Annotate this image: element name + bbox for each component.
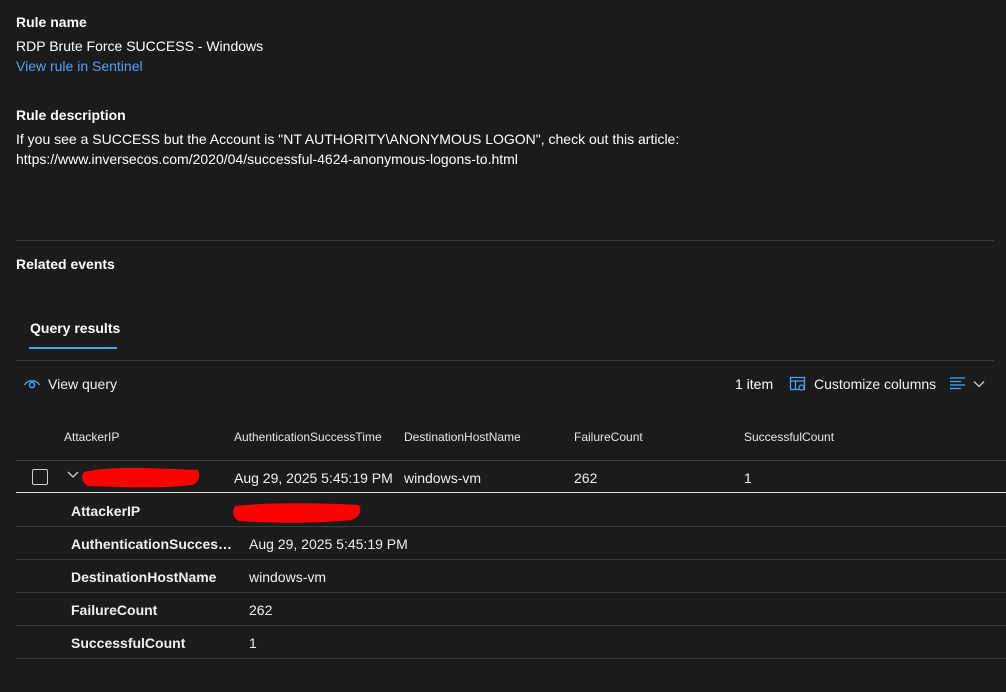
- detail-label-authenticationsuccesstime: AuthenticationSuccessTi...: [71, 536, 236, 552]
- detail-divider: [16, 559, 1006, 560]
- rule-name-value: RDP Brute Force SUCCESS - Windows: [16, 38, 264, 54]
- cell-failurecount: 262: [574, 470, 598, 486]
- detail-label-attackerip: AttackerIP: [71, 503, 141, 519]
- customize-columns-icon: [789, 375, 807, 393]
- detail-label-destinationhostname: DestinationHostName: [71, 569, 217, 585]
- rule-description-value: If you see a SUCCESS but the Account is …: [16, 131, 680, 167]
- detail-divider: [16, 592, 1006, 593]
- column-header-failurecount[interactable]: FailureCount: [574, 430, 643, 444]
- detail-value-failurecount: 262: [249, 602, 273, 618]
- eye-icon: [23, 375, 41, 393]
- related-events-heading: Related events: [16, 256, 115, 272]
- detail-divider: [16, 658, 1006, 659]
- cell-authenticationsuccesstime: Aug 29, 2025 5:45:19 PM: [234, 470, 393, 486]
- detail-value-destinationhostname: windows-vm: [249, 569, 327, 585]
- tabs-divider: [16, 360, 994, 361]
- detail-divider: [16, 625, 1006, 626]
- customize-columns-label: Customize columns: [814, 376, 937, 392]
- cell-destinationhostname: windows-vm: [404, 470, 482, 486]
- column-header-authenticationsuccesstime[interactable]: AuthenticationSuccessTime: [234, 430, 382, 444]
- active-tab-indicator: [29, 347, 117, 349]
- view-query-button[interactable]: View query: [23, 375, 117, 393]
- expand-chevron-icon[interactable]: [66, 468, 80, 482]
- detail-value-successfulcount: 1: [249, 635, 257, 651]
- customize-columns-button[interactable]: Customize columns: [789, 375, 936, 393]
- rule-description-heading: Rule description: [16, 107, 126, 123]
- detail-label-successfulcount: SuccessfulCount: [71, 635, 186, 651]
- row-selected-divider: [16, 492, 1006, 493]
- rule-name-heading: Rule name: [16, 14, 87, 30]
- column-header-attackerip[interactable]: AttackerIP: [64, 430, 119, 444]
- column-header-successfulcount[interactable]: SuccessfulCount: [744, 430, 834, 444]
- detail-divider: [16, 526, 1006, 527]
- header-divider: [16, 460, 1006, 461]
- row-checkbox[interactable]: [32, 469, 48, 485]
- redacted-attacker-ip: [80, 464, 202, 495]
- section-divider: [16, 240, 994, 241]
- tab-query-results[interactable]: Query results: [30, 320, 120, 336]
- column-header-destinationhostname[interactable]: DestinationHostName: [404, 430, 521, 444]
- chevron-down-icon: [972, 377, 986, 391]
- item-count: 1 item: [735, 376, 774, 392]
- density-menu-button[interactable]: [949, 375, 986, 393]
- cell-successfulcount: 1: [744, 470, 752, 486]
- view-rule-link[interactable]: View rule in Sentinel: [16, 58, 143, 74]
- detail-label-failurecount: FailureCount: [71, 602, 158, 618]
- detail-value-authenticationsuccesstime: Aug 29, 2025 5:45:19 PM: [249, 536, 408, 552]
- density-icon: [949, 375, 967, 393]
- view-query-label: View query: [48, 376, 118, 392]
